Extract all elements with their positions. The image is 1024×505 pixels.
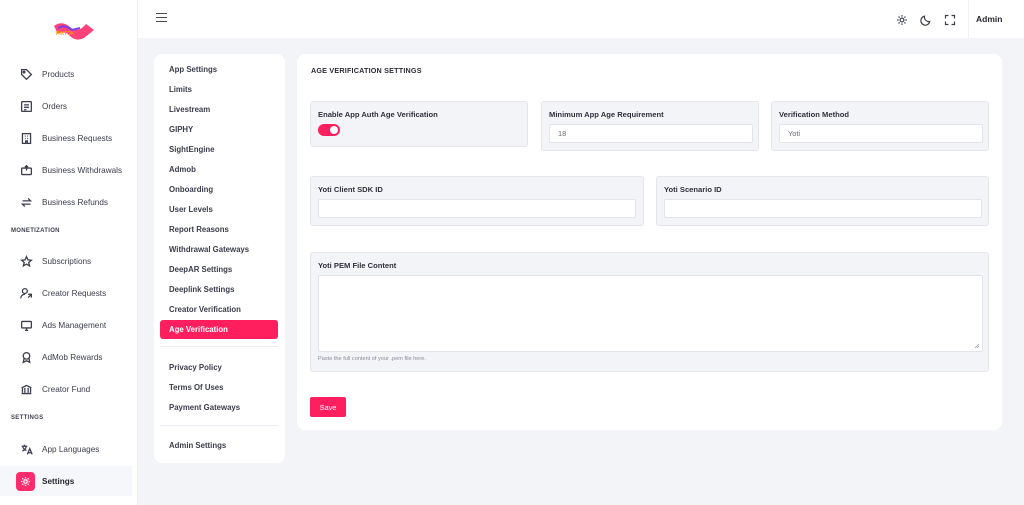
settings-nav-creator-verification[interactable]: Creator Verification [160, 300, 278, 319]
award-icon [18, 349, 34, 365]
yoti-pem-group: Yoti PEM File Content Paste the full con… [310, 252, 989, 372]
yoti-sdk-id-label: Yoti Client SDK ID [318, 185, 383, 194]
enable-age-verification-label: Enable App Auth Age Verification [318, 110, 438, 119]
sidebar-item-settings[interactable]: Settings [0, 466, 132, 496]
min-age-input[interactable]: 18 [549, 124, 753, 143]
user-menu-admin[interactable]: Admin [976, 14, 1002, 24]
sidebar-item-label: Subscriptions [42, 256, 92, 266]
settings-gear-icon[interactable] [896, 13, 908, 25]
sidebar-item-label: Business Refunds [42, 197, 108, 207]
sidebar-item-business-requests[interactable]: Business Requests [0, 123, 138, 153]
settings-nav-withdrawal-gateways[interactable]: Withdrawal Gateways [160, 240, 278, 259]
settings-nav-deeplink-settings[interactable]: Deeplink Settings [160, 280, 278, 299]
orders-icon [18, 98, 34, 114]
pem-help-text: Paste the full content of your .pem file… [318, 356, 426, 362]
sidebar: PIXTOK Products Orders Business Requests… [0, 0, 138, 505]
settings-nav-livestream[interactable]: Livestream [160, 100, 278, 119]
sidebar-item-label: Creator Requests [42, 288, 107, 298]
yoti-sdk-id-group: Yoti Client SDK ID [310, 176, 644, 226]
page-title: AGE VERIFICATION SETTINGS [311, 66, 422, 75]
sidebar-item-label: Creator Fund [42, 384, 91, 394]
settings-nav-sightengine[interactable]: SightEngine [160, 140, 278, 159]
sidebar-item-business-refunds[interactable]: Business Refunds [0, 187, 138, 217]
settings-nav-terms-of-uses[interactable]: Terms Of Uses [160, 378, 278, 397]
save-button[interactable]: Save [310, 397, 346, 417]
settings-nav-limits[interactable]: Limits [160, 80, 278, 99]
sidebar-item-app-languages[interactable]: App Languages [0, 434, 138, 464]
sidebar-item-label: Business Requests [42, 133, 113, 143]
translate-icon [18, 441, 34, 457]
building-icon [18, 130, 34, 146]
sidebar-item-label: Ads Management [42, 320, 107, 330]
verification-method-label: Verification Method [779, 110, 850, 119]
settings-nav-report-reasons[interactable]: Report Reasons [160, 220, 278, 239]
settings-nav-user-levels[interactable]: User Levels [160, 200, 278, 219]
tag-icon [18, 66, 34, 82]
settings-nav-privacy-policy[interactable]: Privacy Policy [160, 358, 278, 377]
min-age-group: Minimum App Age Requirement 18 [541, 101, 759, 151]
sidebar-item-creator-requests[interactable]: Creator Requests [0, 278, 138, 308]
sidebar-item-orders[interactable]: Orders [0, 91, 138, 121]
section-label-settings: SETTINGS [11, 415, 44, 421]
min-age-label: Minimum App Age Requirement [549, 110, 664, 119]
settings-nav-deepar-settings[interactable]: DeepAR Settings [160, 260, 278, 279]
yoti-pem-label: Yoti PEM File Content [318, 261, 397, 270]
verification-method-input[interactable]: Yoti [779, 124, 983, 143]
enable-age-verification-toggle[interactable] [318, 124, 340, 136]
verification-method-group: Verification Method Yoti [771, 101, 989, 151]
settings-nav-divider [160, 346, 278, 347]
yoti-scenario-id-group: Yoti Scenario ID [656, 176, 989, 226]
sidebar-item-label: AdMob Rewards [42, 352, 103, 362]
settings-nav-admin-settings[interactable]: Admin Settings [160, 436, 278, 455]
sidebar-item-creator-fund[interactable]: Creator Fund [0, 374, 138, 404]
settings-nav-app-settings[interactable]: App Settings [160, 60, 278, 79]
svg-text:PIXTOK: PIXTOK [56, 31, 75, 37]
top-bar: Admin [138, 0, 1024, 38]
toggle-knob [330, 126, 338, 134]
yoti-scenario-id-input[interactable] [664, 199, 982, 218]
sidebar-item-label: Business Withdrawals [42, 165, 123, 175]
gear-icon [16, 471, 35, 491]
sidebar-item-business-withdrawals[interactable]: Business Withdrawals [0, 155, 138, 185]
sidebar-item-subscriptions[interactable]: Subscriptions [0, 246, 138, 276]
star-icon [18, 253, 34, 269]
settings-nav: App Settings Limits Livestream GIPHY Sig… [154, 54, 285, 463]
sidebar-item-label: Orders [42, 101, 68, 111]
sidebar-item-admob-rewards[interactable]: AdMob Rewards [0, 342, 138, 372]
sidebar-item-label: App Languages [42, 444, 100, 454]
yoti-pem-textarea[interactable] [318, 275, 983, 352]
refund-icon [18, 194, 34, 210]
menu-toggle-icon[interactable] [156, 13, 167, 23]
user-request-icon [18, 285, 34, 301]
settings-nav-giphy[interactable]: GIPHY [160, 120, 278, 139]
yoti-scenario-id-label: Yoti Scenario ID [664, 185, 722, 194]
app-logo[interactable]: PIXTOK [50, 18, 96, 46]
settings-nav-age-verification[interactable]: Age Verification [160, 320, 278, 339]
sidebar-item-products[interactable]: Products [0, 59, 138, 89]
enable-age-verification-group: Enable App Auth Age Verification [310, 101, 528, 147]
resize-handle-icon[interactable] [974, 343, 980, 349]
topbar-divider [968, 0, 969, 38]
settings-nav-divider [160, 425, 278, 426]
monitor-icon [18, 317, 34, 333]
fullscreen-icon[interactable] [944, 13, 956, 26]
yoti-sdk-id-input[interactable] [318, 199, 636, 218]
section-label-monetization: MONETIZATION [11, 228, 60, 234]
settings-nav-onboarding[interactable]: Onboarding [160, 180, 278, 199]
age-verification-card: AGE VERIFICATION SETTINGS Enable App Aut… [297, 54, 1002, 430]
settings-nav-payment-gateways[interactable]: Payment Gateways [160, 398, 278, 417]
dark-mode-moon-icon[interactable] [920, 13, 932, 26]
fund-icon [18, 381, 34, 397]
settings-nav-admob[interactable]: Admob [160, 160, 278, 179]
sidebar-item-label: Settings [42, 476, 75, 486]
sidebar-item-label: Products [42, 69, 75, 79]
withdraw-icon [18, 162, 34, 178]
sidebar-item-ads-management[interactable]: Ads Management [0, 310, 138, 340]
